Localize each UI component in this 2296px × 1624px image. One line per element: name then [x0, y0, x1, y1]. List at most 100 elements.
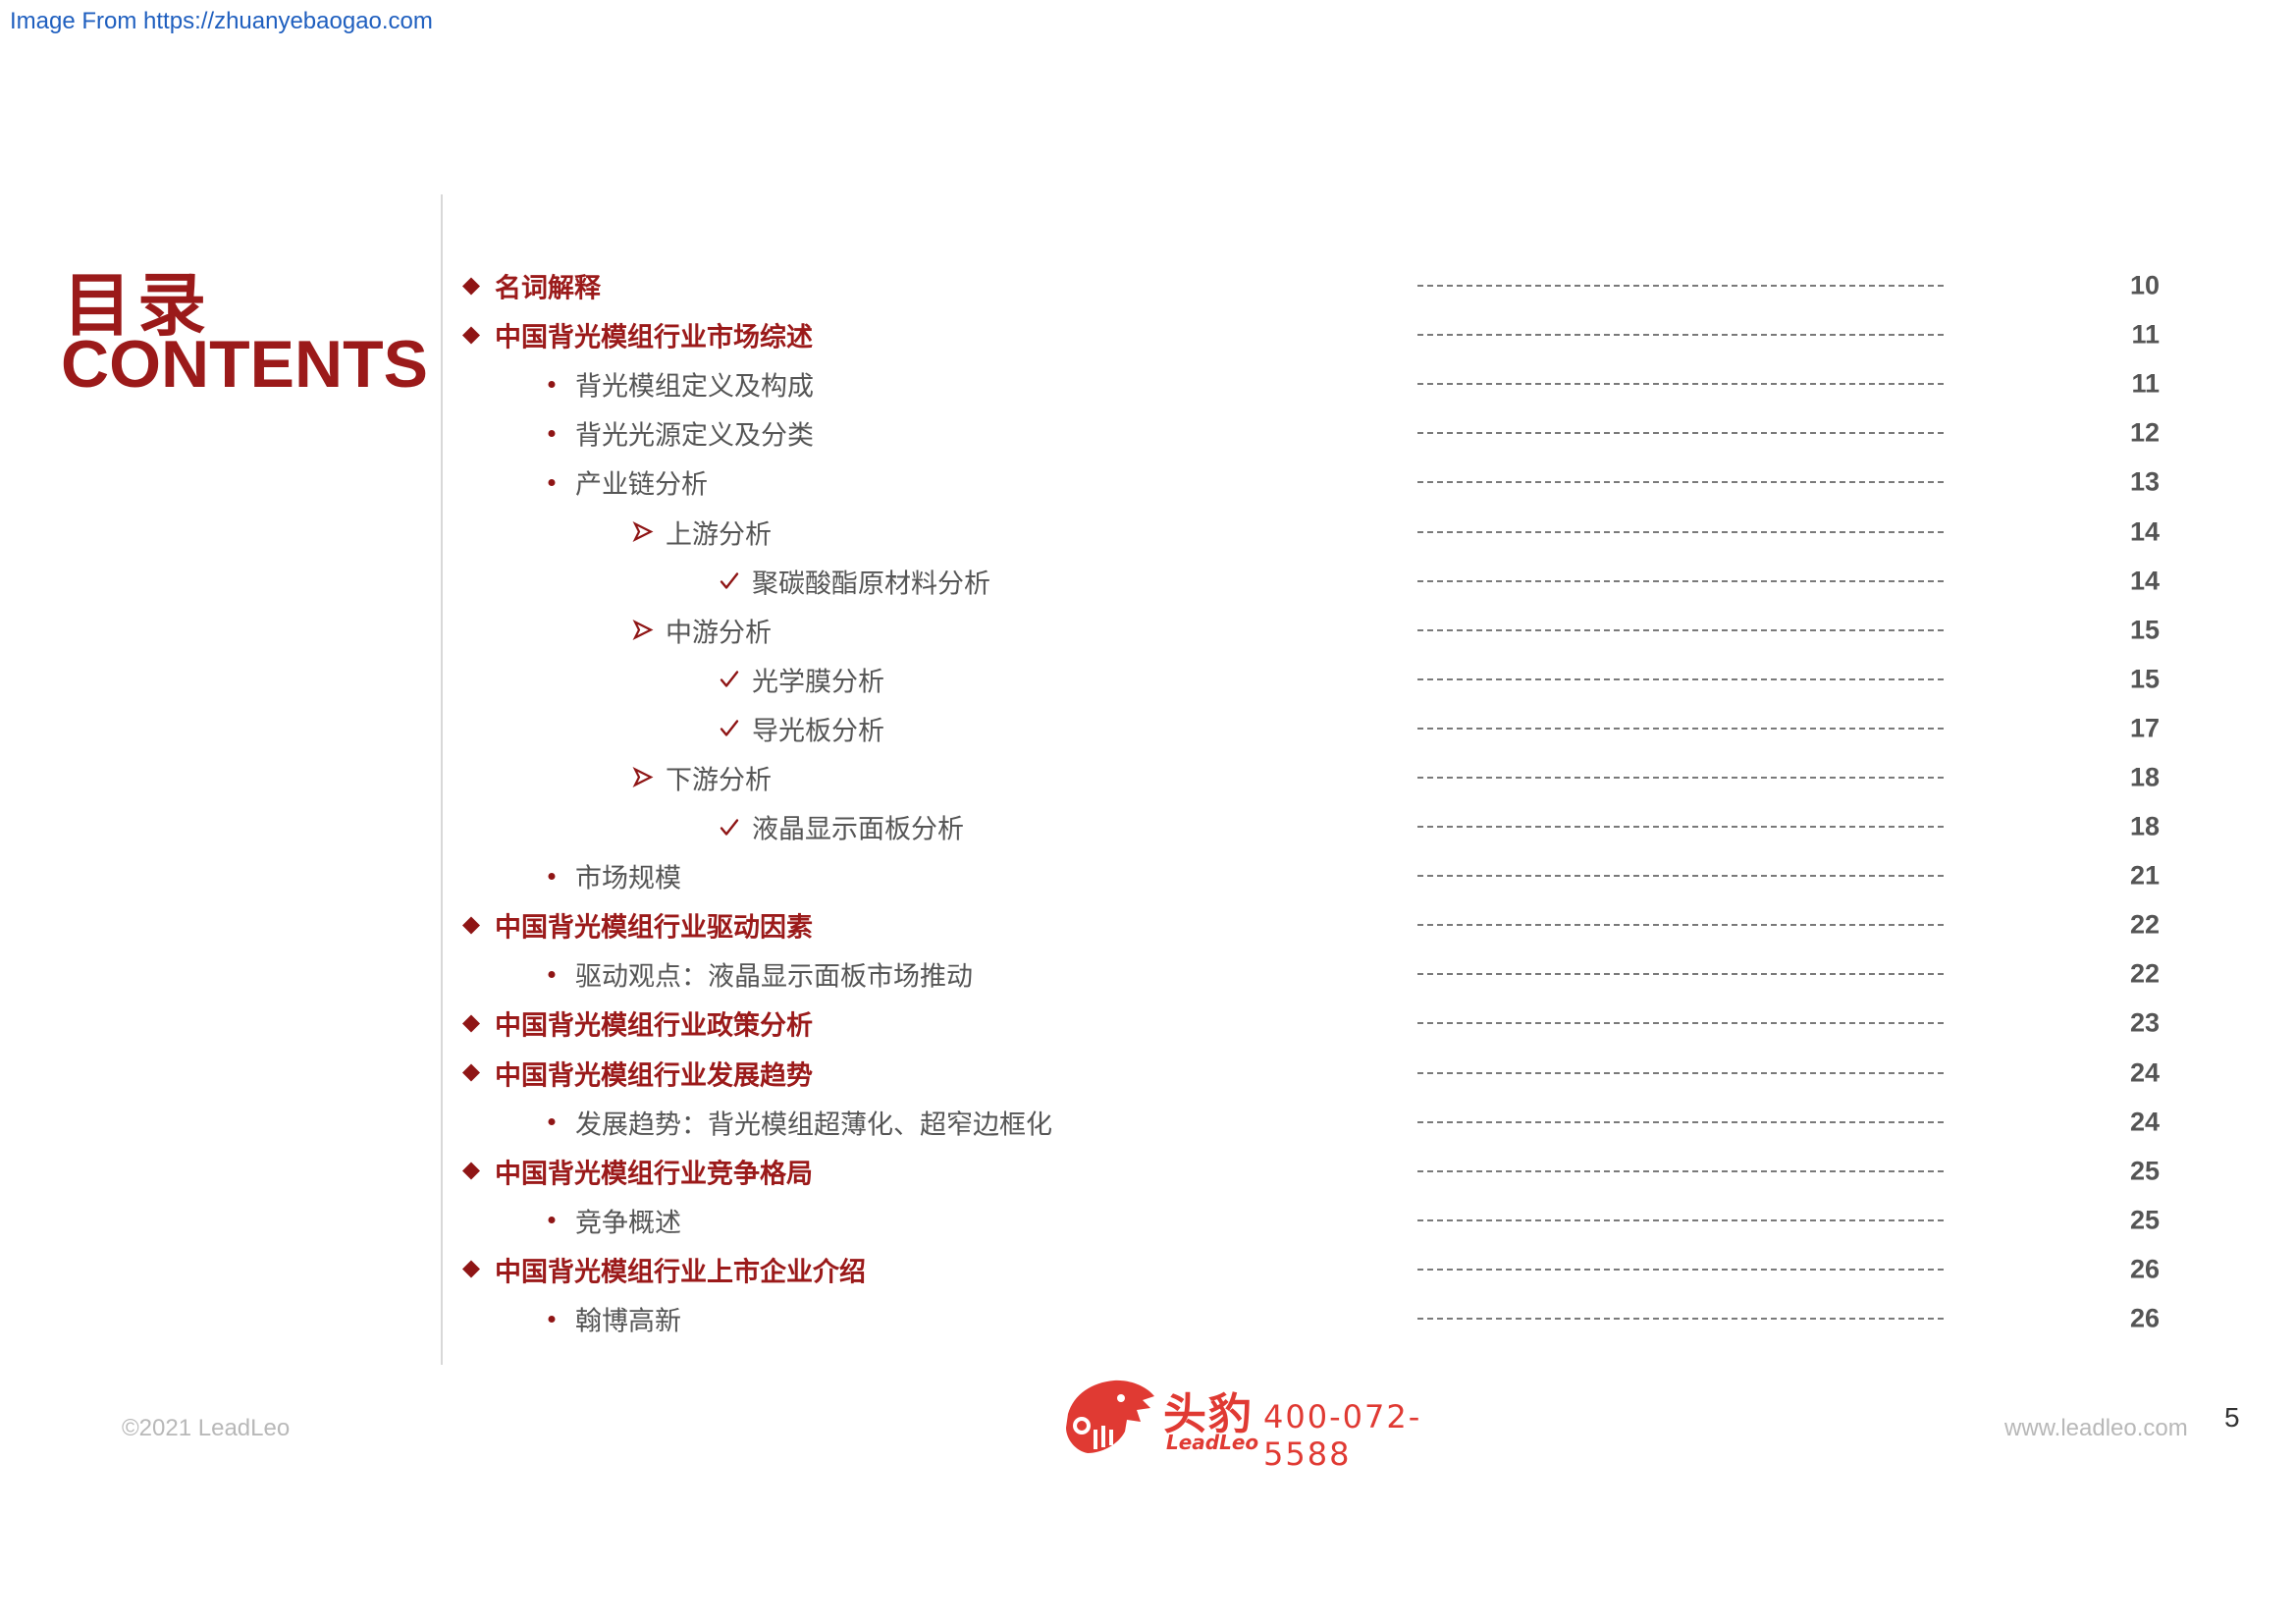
toc-entry-label: 聚碳酸酯原材料分析 — [752, 568, 990, 600]
toc-leader-dots — [1417, 677, 1944, 680]
toc-entry-text: 上游分析 — [632, 513, 772, 551]
toc-leader-dots — [1417, 285, 1944, 288]
toc-page-number: 14 — [2129, 566, 2160, 596]
toc-leader-dots — [1417, 1268, 1944, 1271]
toc-entry-label: 中国背光模组行业市场综述 — [495, 322, 813, 353]
toc-leader-dots — [1417, 628, 1944, 631]
toc-leader-dots — [1417, 1318, 1944, 1321]
diamond-icon — [459, 1063, 483, 1083]
toc-entry-label: 发展趋势：背光模组超薄化、超窄边框化 — [575, 1110, 1052, 1141]
toc-entry-text: 名词解释 — [459, 267, 601, 305]
checkmark-icon — [719, 816, 740, 838]
toc-entry-text: 下游分析 — [632, 758, 772, 796]
toc-entry-text: 中国背光模组行业市场综述 — [459, 316, 813, 354]
toc-entry[interactable]: 中国背光模组行业上市企业介绍 26 — [452, 1245, 2179, 1294]
toc-page-number: 26 — [2129, 1303, 2160, 1333]
toc-page-number: 18 — [2129, 762, 2160, 792]
toc-entry[interactable]: 发展趋势：背光模组超薄化、超窄边框化 24 — [452, 1098, 2179, 1147]
toc-entry[interactable]: 竞争概述 25 — [452, 1196, 2179, 1245]
phone-number: 400-072-5588 — [1263, 1398, 1422, 1473]
toc-leader-dots — [1417, 383, 1944, 386]
toc-page-number: 17 — [2129, 713, 2160, 743]
table-of-contents: 名词解释 10 中国背光模组行业市场综述 11 背光模组定义及构成 11 背光光源定义及分类… — [452, 261, 2179, 1343]
toc-entry-text: 产业链分析 — [542, 463, 708, 502]
toc-entry-label: 中国背光模组行业驱动因素 — [495, 912, 813, 944]
page-number: 5 — [2224, 1402, 2240, 1433]
toc-page-number: 24 — [2129, 1107, 2160, 1137]
toc-entry[interactable]: 聚碳酸酯原材料分析 14 — [452, 557, 2179, 606]
toc-entry[interactable]: 中国背光模组行业竞争格局 25 — [452, 1147, 2179, 1196]
bullet-icon — [542, 428, 561, 438]
toc-entry[interactable]: 名词解释 10 — [452, 261, 2179, 310]
toc-page-number: 15 — [2129, 664, 2160, 694]
toc-entry-text: 驱动观点：液晶显示面板市场推动 — [542, 955, 973, 994]
bullet-icon — [542, 379, 561, 389]
diamond-icon — [459, 325, 483, 345]
toc-leader-dots — [1417, 334, 1944, 337]
toc-entry[interactable]: 中国背光模组行业发展趋势 24 — [452, 1049, 2179, 1098]
toc-entry-text: 光学膜分析 — [719, 660, 884, 698]
toc-entry-text: 中国背光模组行业政策分析 — [459, 1004, 813, 1043]
toc-entry-label: 光学膜分析 — [752, 667, 884, 698]
toc-entry[interactable]: 中游分析 15 — [452, 606, 2179, 655]
toc-entry[interactable]: 背光光源定义及分类 12 — [452, 408, 2179, 458]
toc-entry-text: 市场规模 — [542, 857, 681, 895]
diamond-icon — [459, 276, 483, 296]
footer-website-link[interactable]: www.leadleo.com — [2004, 1415, 2188, 1442]
toc-entry-label: 驱动观点：液晶显示面板市场推动 — [575, 961, 973, 993]
toc-leader-dots — [1417, 1120, 1944, 1123]
toc-leader-dots — [1417, 1071, 1944, 1074]
toc-leader-dots — [1417, 973, 1944, 976]
toc-entry[interactable]: 翰博高新 26 — [452, 1294, 2179, 1343]
toc-entry[interactable]: 中国背光模组行业驱动因素 22 — [452, 900, 2179, 949]
diamond-icon — [459, 1260, 483, 1279]
toc-entry-label: 液晶显示面板分析 — [752, 814, 964, 845]
toc-entry-text: 中国背光模组行业竞争格局 — [459, 1152, 813, 1190]
toc-leader-dots — [1417, 875, 1944, 878]
toc-page-number: 18 — [2129, 811, 2160, 841]
toc-entry[interactable]: 中国背光模组行业市场综述 11 — [452, 310, 2179, 359]
toc-entry[interactable]: 液晶显示面板分析 18 — [452, 802, 2179, 851]
toc-entry[interactable]: 导光板分析 17 — [452, 704, 2179, 753]
toc-entry-label: 竞争概述 — [575, 1208, 681, 1239]
toc-page-number: 15 — [2129, 615, 2160, 645]
diamond-icon — [459, 1162, 483, 1181]
toc-entry-text: 中国背光模组行业驱动因素 — [459, 906, 813, 945]
bullet-icon — [542, 969, 561, 979]
checkmark-icon — [719, 570, 740, 592]
watermark-link[interactable]: Image From https://zhuanyebaogao.com — [10, 8, 433, 35]
toc-leader-dots — [1417, 530, 1944, 533]
toc-entry[interactable]: 上游分析 14 — [452, 507, 2179, 556]
toc-leader-dots — [1417, 1022, 1944, 1025]
checkmark-icon — [719, 718, 740, 739]
toc-page-number: 24 — [2129, 1057, 2160, 1088]
toc-leader-dots — [1417, 1218, 1944, 1221]
toc-leader-dots — [1417, 776, 1944, 779]
bullet-icon — [542, 477, 561, 487]
toc-entry[interactable]: 光学膜分析 15 — [452, 655, 2179, 704]
toc-entry[interactable]: 市场规模 21 — [452, 851, 2179, 900]
toc-entry-label: 市场规模 — [575, 863, 681, 894]
arrow-icon — [632, 620, 654, 641]
toc-entry[interactable]: 背光模组定义及构成 11 — [452, 359, 2179, 408]
toc-entry-label: 导光板分析 — [752, 716, 884, 747]
arrow-icon — [632, 521, 654, 543]
toc-page-number: 23 — [2129, 1007, 2160, 1038]
toc-page-number: 11 — [2131, 368, 2160, 399]
toc-page-number: 10 — [2129, 270, 2160, 300]
toc-leader-dots — [1417, 727, 1944, 730]
toc-entry-label: 上游分析 — [666, 519, 772, 551]
toc-entry-text: 发展趋势：背光模组超薄化、超窄边框化 — [542, 1103, 1052, 1141]
toc-entry-label: 背光光源定义及分类 — [575, 420, 814, 452]
toc-entry[interactable]: 产业链分析 13 — [452, 458, 2179, 507]
toc-entry-label: 名词解释 — [495, 273, 601, 304]
toc-entry[interactable]: 下游分析 18 — [452, 753, 2179, 802]
toc-entry[interactable]: 中国背光模组行业政策分析 23 — [452, 999, 2179, 1048]
toc-entry-label: 中国背光模组行业发展趋势 — [495, 1060, 813, 1092]
toc-page-number: 12 — [2129, 417, 2160, 448]
toc-entry-text: 背光模组定义及构成 — [542, 365, 814, 404]
toc-entry[interactable]: 驱动观点：液晶显示面板市场推动 22 — [452, 949, 2179, 999]
footer-copyright: ©2021 LeadLeo — [122, 1415, 291, 1441]
toc-entry-label: 中国背光模组行业竞争格局 — [495, 1159, 813, 1190]
toc-page-number: 21 — [2129, 860, 2160, 891]
